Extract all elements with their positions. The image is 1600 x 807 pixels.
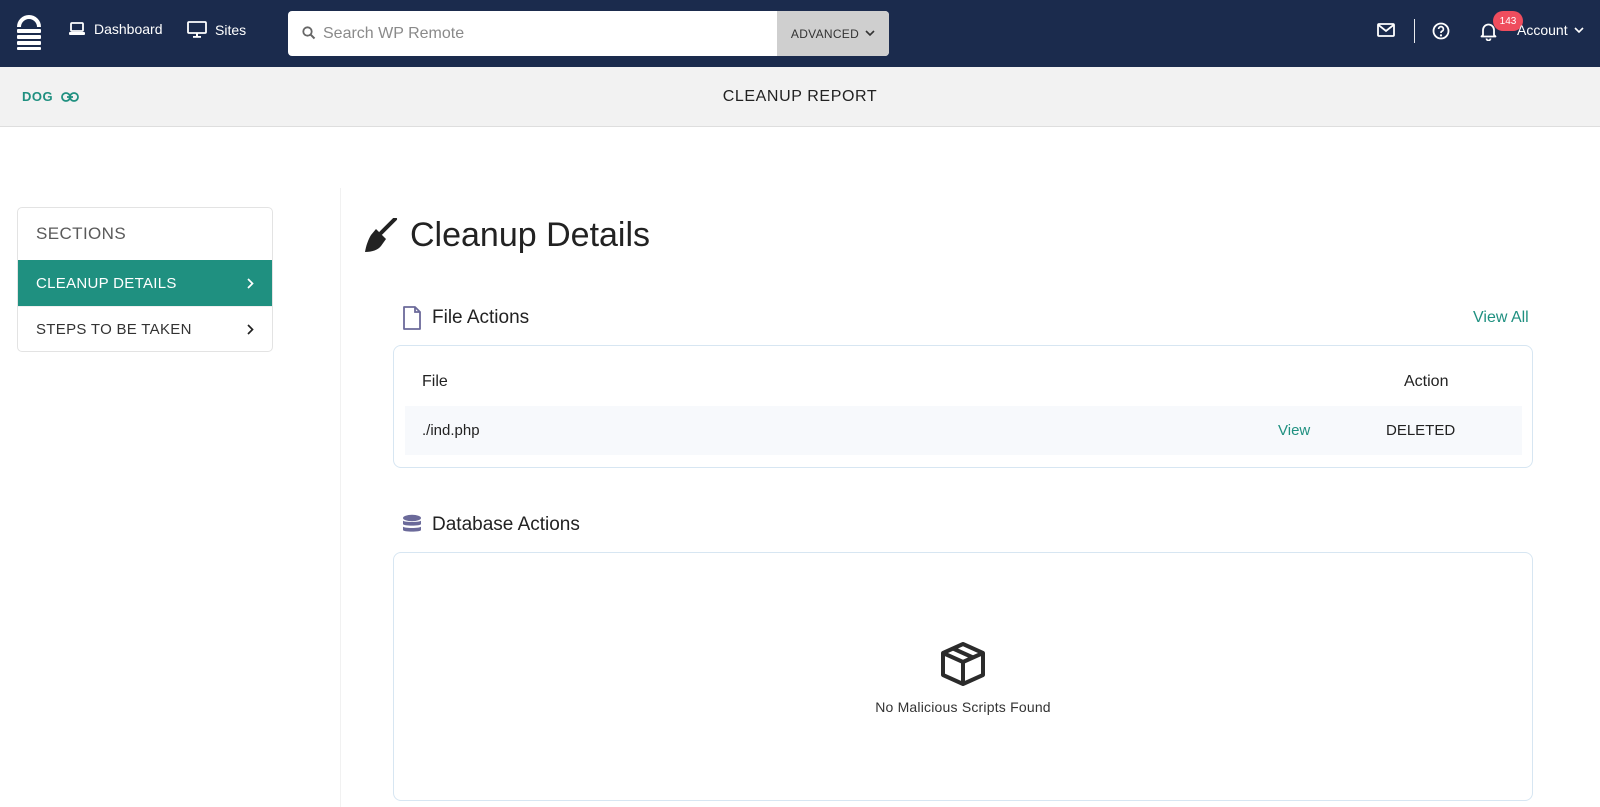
navbar-divider — [1414, 19, 1415, 43]
sidebar-item-cleanup-details[interactable]: CLEANUP DETAILS — [18, 260, 272, 306]
page-subheader: DOG CLEANUP REPORT — [0, 67, 1600, 127]
content-divider — [340, 188, 341, 807]
database-actions-title: Database Actions — [432, 514, 580, 535]
chevron-down-icon — [865, 30, 875, 37]
sidebar-item-label: CLEANUP DETAILS — [36, 274, 177, 292]
help-icon[interactable] — [1432, 22, 1450, 40]
top-navbar: Dashboard Sites ADVANCED — [0, 0, 1600, 67]
monitor-icon — [187, 21, 207, 38]
sidebar-heading: SECTIONS — [36, 224, 127, 243]
account-menu[interactable]: Account — [1517, 22, 1584, 38]
empty-message: No Malicious Scripts Found — [875, 699, 1051, 715]
chevron-right-icon — [247, 277, 254, 289]
nav-sites[interactable]: Sites — [187, 21, 246, 38]
page-title: CLEANUP REPORT — [722, 88, 878, 105]
nav-dashboard-label: Dashboard — [94, 21, 163, 37]
sections-sidebar: SECTIONS CLEANUP DETAILS STEPS TO BE TAK… — [17, 207, 273, 352]
view-file-link[interactable]: View — [1278, 422, 1310, 439]
chevron-right-icon — [247, 324, 254, 335]
table-row: ./ind.php View DELETED — [405, 406, 1522, 455]
advanced-search-button[interactable]: ADVANCED — [777, 11, 889, 56]
search-bar: ADVANCED — [288, 11, 889, 56]
column-header-file: File — [422, 373, 448, 390]
view-all-link[interactable]: View All — [1473, 309, 1529, 327]
search-input[interactable] — [288, 11, 777, 56]
nav-dashboard[interactable]: Dashboard — [68, 21, 163, 37]
database-actions-panel: No Malicious Scripts Found — [393, 552, 1533, 801]
sidebar-item-steps-to-be-taken[interactable]: STEPS TO BE TAKEN — [18, 306, 272, 351]
chevron-down-icon — [1574, 26, 1584, 33]
main-title: Cleanup Details — [410, 216, 651, 254]
file-actions-heading: File Actions — [402, 306, 529, 330]
mail-icon[interactable] — [1377, 23, 1395, 37]
empty-box-icon — [941, 642, 985, 686]
file-actions-title: File Actions — [432, 307, 530, 328]
wp-remote-logo-icon[interactable] — [14, 12, 44, 50]
file-actions-table: File Action ./ind.php View DELETED — [393, 345, 1533, 468]
main-heading: Cleanup Details — [362, 216, 650, 255]
search-icon — [302, 26, 316, 40]
file-icon — [403, 306, 421, 330]
file-action-status: DELETED — [1386, 422, 1456, 439]
nav-sites-label: Sites — [215, 21, 247, 38]
advanced-label: ADVANCED — [790, 26, 860, 41]
sidebar-item-label: STEPS TO BE TAKEN — [36, 321, 192, 338]
file-path: ./ind.php — [422, 422, 480, 439]
column-header-action: Action — [1404, 373, 1449, 390]
database-actions-heading: Database Actions — [402, 514, 580, 536]
empty-state: No Malicious Scripts Found — [394, 641, 1532, 715]
account-label: Account — [1517, 22, 1568, 38]
laptop-icon — [69, 22, 85, 35]
broom-icon — [365, 217, 397, 252]
database-icon — [403, 514, 421, 532]
